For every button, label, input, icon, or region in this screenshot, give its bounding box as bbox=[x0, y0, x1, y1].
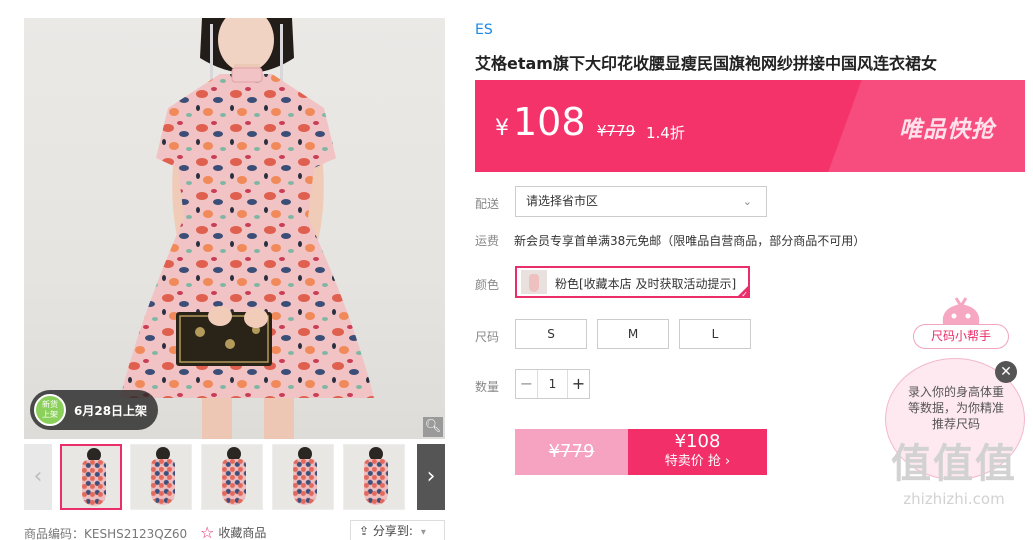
region-select[interactable]: 请选择省市区 ⌄ bbox=[515, 186, 767, 217]
product-title: 艾格etam旗下大印花收腰显瘦民国旗袍网纱拼接中国风连衣裙女 bbox=[475, 54, 937, 73]
brand-link[interactable]: ES bbox=[475, 22, 493, 38]
quantity-stepper: − 1 + bbox=[515, 369, 590, 399]
badge-line-2: 上架 bbox=[42, 410, 58, 419]
price-current: 108 bbox=[513, 100, 586, 144]
thumbnail-3[interactable] bbox=[201, 444, 263, 510]
size-option-m[interactable]: M bbox=[597, 319, 669, 349]
thumbnail-5[interactable] bbox=[343, 444, 405, 510]
chevron-down-icon: ▾ bbox=[420, 527, 426, 538]
product-meta-row: 商品编码：KESHS2123QZ60 ☆ 收藏商品 ⇪ 分享到: ▾ bbox=[24, 518, 445, 540]
star-icon: ☆ bbox=[200, 523, 215, 540]
thumbnail-4[interactable] bbox=[272, 444, 334, 510]
share-icon: ⇪ bbox=[359, 524, 373, 538]
buy-now-button[interactable]: ¥108 特卖价 抢 › bbox=[628, 429, 767, 475]
buy-price: ¥108 bbox=[674, 431, 721, 452]
color-label: 颜色 bbox=[475, 278, 500, 292]
flash-sale-logo: 唯品快抢 bbox=[899, 117, 995, 143]
size-option-l[interactable]: L bbox=[679, 319, 751, 349]
delivery-label: 配送 bbox=[475, 197, 500, 211]
arrival-date-text: 6月28日上架 bbox=[74, 403, 148, 418]
thumbnail-prev-button[interactable]: ‹ bbox=[24, 444, 52, 510]
thumbnail-strip: ‹ › bbox=[24, 444, 445, 510]
check-icon: ✓ bbox=[741, 290, 748, 299]
price-currency: ¥ bbox=[495, 116, 509, 141]
color-option-pink[interactable]: 粉色[收藏本店 及时获取活动提示] ✓ bbox=[515, 266, 750, 299]
watermark-logo: 值值值 bbox=[891, 441, 1017, 487]
share-dropdown[interactable]: ⇪ 分享到: ▾ bbox=[350, 520, 445, 540]
watermark-url: zhizhizhi.com bbox=[903, 490, 1005, 508]
chevron-down-icon: ⌄ bbox=[742, 195, 752, 208]
site-watermark: 值值值 zhizhizhi.com bbox=[884, 438, 1024, 508]
magnifier-icon[interactable]: 🔍︎ bbox=[423, 417, 443, 437]
quantity-label: 数量 bbox=[475, 380, 500, 394]
thumbnail-2[interactable] bbox=[130, 444, 192, 510]
size-label: 尺码 bbox=[475, 330, 500, 344]
quantity-minus-button[interactable]: − bbox=[516, 370, 538, 398]
main-product-image[interactable]: 新货 上架 6月28日上架 🔍︎ bbox=[24, 18, 445, 439]
size-option-s[interactable]: S bbox=[515, 319, 587, 349]
favorite-link[interactable]: ☆ 收藏商品 bbox=[200, 523, 266, 540]
share-label: 分享到: bbox=[372, 524, 413, 538]
buy-label: 特卖价 抢 › bbox=[664, 454, 731, 469]
size-helper-button[interactable]: 尺码小帮手 bbox=[913, 324, 1009, 349]
product-code: 商品编码：KESHS2123QZ60 bbox=[24, 527, 188, 540]
color-option-label: 粉色[收藏本店 及时获取活动提示] bbox=[555, 277, 737, 291]
shipping-info: 新会员专享首单满38元免邮（限唯品自营商品，部分商品不可用） bbox=[514, 234, 866, 248]
favorite-label: 收藏商品 bbox=[218, 526, 267, 540]
quantity-plus-button[interactable]: + bbox=[567, 370, 589, 398]
size-helper-text: 录入你的身高体重等数据，为你精准推荐尺码 bbox=[907, 385, 1004, 431]
close-icon[interactable]: ✕ bbox=[995, 361, 1017, 383]
mascot-icon bbox=[942, 297, 980, 328]
thumbnail-1[interactable] bbox=[60, 444, 122, 510]
new-arrival-badge: 新货 上架 6月28日上架 bbox=[30, 390, 158, 430]
price-banner: ¥ 108 ¥779 1.4折 唯品快抢 bbox=[475, 80, 1025, 172]
quantity-value[interactable]: 1 bbox=[538, 370, 567, 398]
badge-line-1: 新货 bbox=[42, 400, 58, 409]
color-swatch-thumbnail bbox=[521, 270, 547, 294]
thumbnail-next-button[interactable]: › bbox=[417, 444, 445, 510]
dress-photo-illustration bbox=[120, 18, 374, 439]
price-original: ¥779 bbox=[597, 122, 636, 140]
new-arrival-icon: 新货 上架 bbox=[34, 394, 66, 426]
region-placeholder: 请选择省市区 bbox=[526, 194, 599, 208]
original-price-block: ¥779 bbox=[515, 429, 628, 475]
shipping-label: 运费 bbox=[475, 234, 500, 248]
price-discount: 1.4折 bbox=[646, 124, 685, 142]
